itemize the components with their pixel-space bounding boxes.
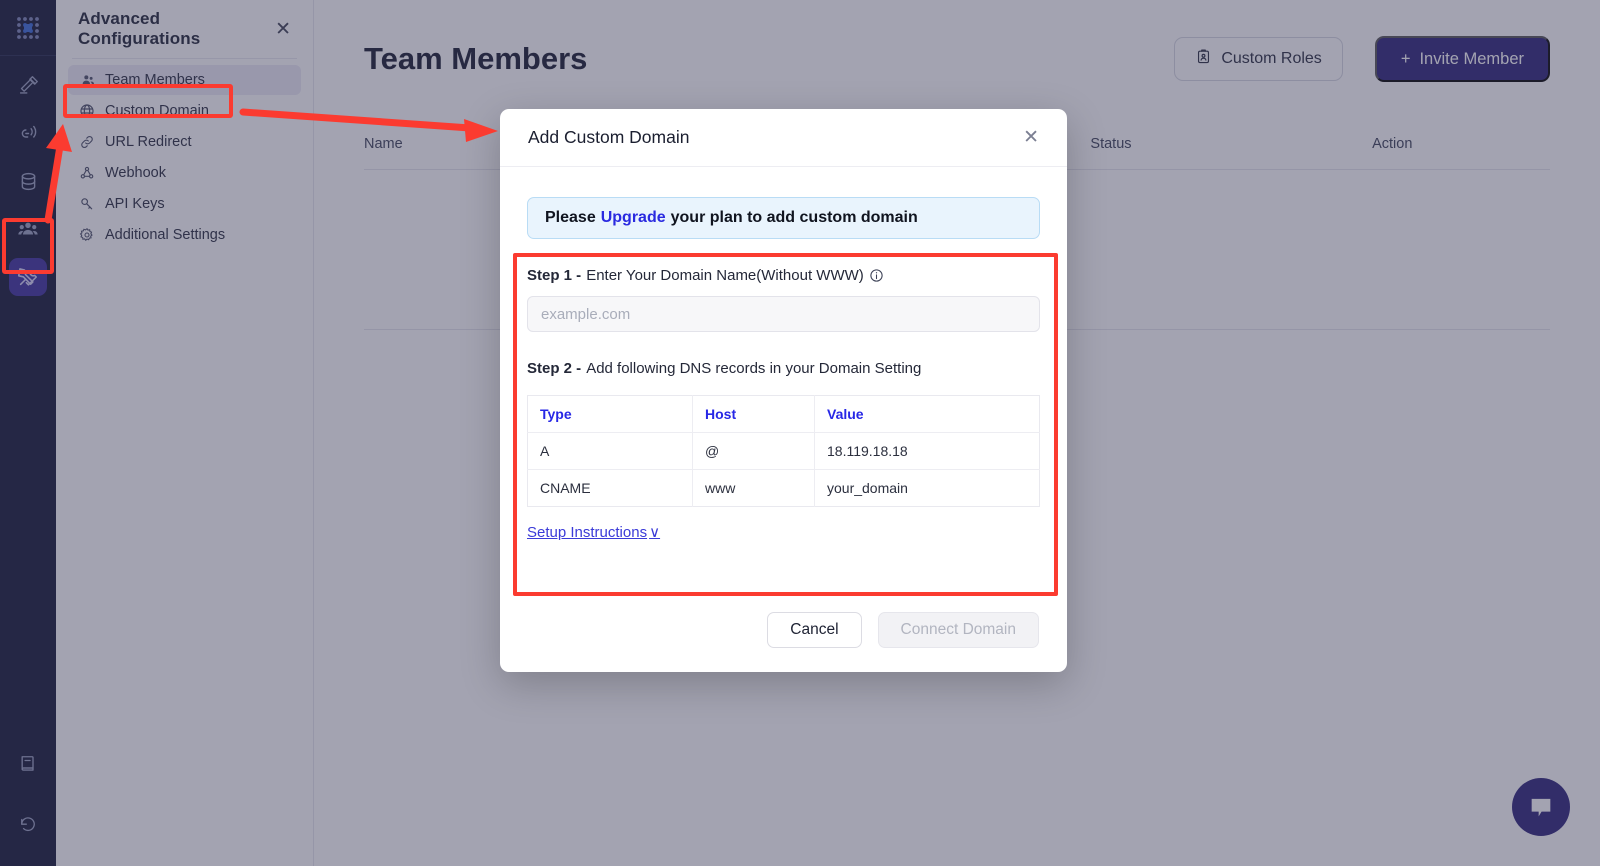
modal-title: Add Custom Domain: [528, 127, 690, 147]
close-icon[interactable]: ✕: [1023, 128, 1039, 147]
step-2-label: Step 2 - Add following DNS records in yo…: [527, 360, 1040, 377]
chevron-down-icon: ∨: [649, 524, 661, 541]
info-icon[interactable]: [869, 268, 884, 283]
cancel-button[interactable]: Cancel: [767, 612, 862, 648]
dns-col-type: Type: [527, 395, 693, 433]
setup-instructions-label: Setup Instructions: [527, 523, 648, 541]
dns-row-value: your_domain: [827, 480, 908, 496]
domain-name-input[interactable]: [527, 296, 1040, 332]
screen-root: Advanced Configurations ✕ Team Members C…: [0, 0, 1600, 866]
notice-prefix: Please: [545, 209, 596, 226]
add-custom-domain-modal: Add Custom Domain ✕ Please Upgrade your …: [500, 109, 1067, 672]
upgrade-notice: Please Upgrade your plan to add custom d…: [527, 197, 1040, 239]
dns-row-type: A: [527, 432, 693, 470]
dns-col-host: Host: [692, 395, 815, 433]
connect-domain-button: Connect Domain: [877, 612, 1039, 648]
notice-suffix: your plan to add custom domain: [670, 209, 918, 226]
modal-body: Please Upgrade your plan to add custom d…: [500, 167, 1067, 588]
table-row: A @ 18.119.18.18: [527, 432, 1040, 470]
dns-row-type: CNAME: [527, 469, 693, 507]
dns-col-value: Value: [814, 395, 1040, 433]
step-1-label: Step 1 - Enter Your Domain Name(Without …: [527, 267, 1040, 284]
dns-records-table: Type Host Value A @ 18.119.18.18 CNAME w…: [527, 395, 1040, 507]
dns-row-host: @: [692, 432, 815, 470]
dns-row-value: 18.119.18.18: [814, 432, 1040, 470]
step-1-number: Step 1 -: [527, 267, 582, 284]
dns-row-host: www: [692, 469, 815, 507]
setup-instructions-link[interactable]: Setup Instructions ∨: [527, 523, 661, 542]
step-1-text: Enter Your Domain Name(Without WWW): [586, 267, 864, 284]
step-2-number: Step 2 -: [527, 360, 582, 377]
step-1-block: Step 1 - Enter Your Domain Name(Without …: [527, 267, 1040, 332]
upgrade-link[interactable]: Upgrade: [601, 209, 666, 227]
dns-table-header-row: Type Host Value: [527, 395, 1040, 433]
modal-header: Add Custom Domain ✕: [500, 109, 1067, 167]
step-2-block: Step 2 - Add following DNS records in yo…: [527, 360, 1040, 542]
table-row: CNAME www your_domain: [527, 469, 1040, 507]
modal-footer: Cancel Connect Domain: [500, 588, 1067, 672]
step-2-text: Add following DNS records in your Domain…: [586, 360, 922, 377]
